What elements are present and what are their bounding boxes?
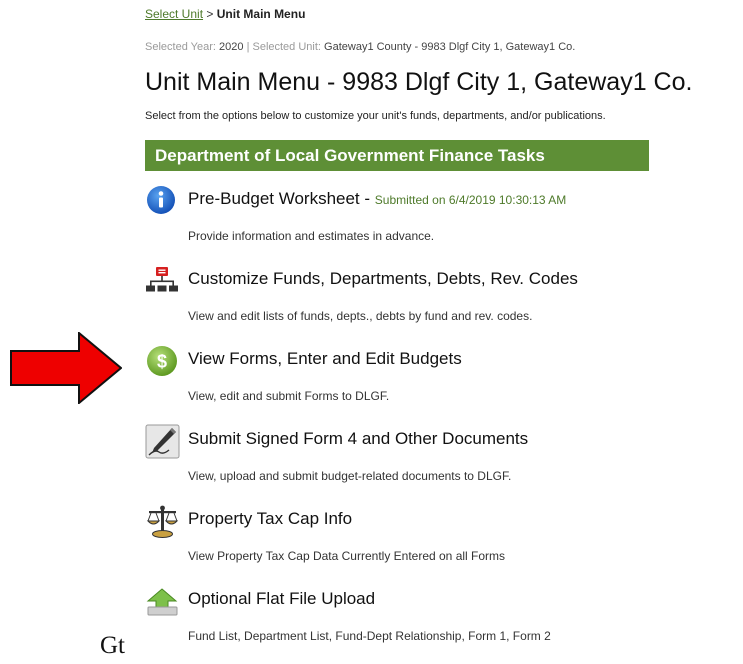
upload-icon [146, 588, 178, 616]
submitted-status: Submitted on 6/4/2019 10:30:13 AM [374, 193, 567, 207]
task-description: Provide information and estimates in adv… [188, 229, 435, 243]
info-icon [147, 186, 175, 214]
breadcrumb-current: Unit Main Menu [216, 7, 306, 21]
selected-year-value: 2020 [219, 41, 244, 53]
task-property-tax-cap[interactable]: Property Tax Cap Info View Property Tax … [145, 503, 743, 578]
section-header: Department of Local Government Finance T… [145, 140, 649, 171]
svg-text:$: $ [157, 352, 167, 372]
breadcrumb-separator: > [206, 7, 214, 21]
select-unit-link[interactable]: Select Unit [145, 7, 203, 21]
selected-unit-label: Selected Unit: [252, 41, 321, 53]
task-title[interactable]: View Forms, Enter and Edit Budgets [188, 349, 462, 369]
annotation-label: Gt [100, 632, 125, 659]
page-title: Unit Main Menu - 9983 Dlgf City 1, Gatew… [145, 68, 693, 96]
selected-year-label: Selected Year: [145, 41, 216, 53]
task-flat-file-upload[interactable]: Optional Flat File Upload Fund List, Dep… [145, 583, 743, 658]
task-title[interactable]: Optional Flat File Upload [188, 589, 375, 609]
task-title-suffix: - [364, 189, 375, 208]
page-instructions: Select from the options below to customi… [145, 110, 606, 122]
task-description: Fund List, Department List, Fund-Dept Re… [188, 629, 551, 643]
task-submit-signed-form[interactable]: Submit Signed Form 4 and Other Documents… [145, 423, 743, 498]
task-title[interactable]: Customize Funds, Departments, Debts, Rev… [188, 269, 578, 289]
task-view-forms[interactable]: $ View Forms, Enter and Edit Budgets Vie… [145, 343, 743, 418]
task-description: View Property Tax Cap Data Currently Ent… [188, 549, 506, 563]
task-title[interactable]: Submit Signed Form 4 and Other Documents [188, 429, 528, 449]
dollar-icon: $ [147, 346, 177, 376]
breadcrumb: Select Unit > Unit Main Menu [145, 7, 305, 21]
task-title-text: Pre-Budget Worksheet [188, 189, 360, 208]
task-title[interactable]: Pre-Budget Worksheet - Submitted on 6/4/… [188, 189, 566, 209]
task-customize-funds[interactable]: Customize Funds, Departments, Debts, Rev… [145, 263, 743, 338]
scales-icon [146, 505, 179, 538]
selected-unit-value: Gateway1 County - 9983 Dlgf City 1, Gate… [324, 41, 576, 53]
task-description: View and edit lists of funds, depts., de… [188, 309, 533, 323]
task-pre-budget-worksheet[interactable]: Pre-Budget Worksheet - Submitted on 6/4/… [145, 183, 743, 258]
org-chart-icon [146, 267, 178, 292]
selection-info: Selected Year: 2020 | Selected Unit: Gat… [145, 41, 575, 53]
selection-divider: | [246, 41, 250, 53]
task-description: View, upload and submit budget-related d… [188, 469, 512, 483]
pen-icon [145, 424, 180, 459]
task-title[interactable]: Property Tax Cap Info [188, 509, 352, 529]
red-arrow-icon [10, 332, 122, 404]
task-description: View, edit and submit Forms to DLGF. [188, 389, 390, 403]
